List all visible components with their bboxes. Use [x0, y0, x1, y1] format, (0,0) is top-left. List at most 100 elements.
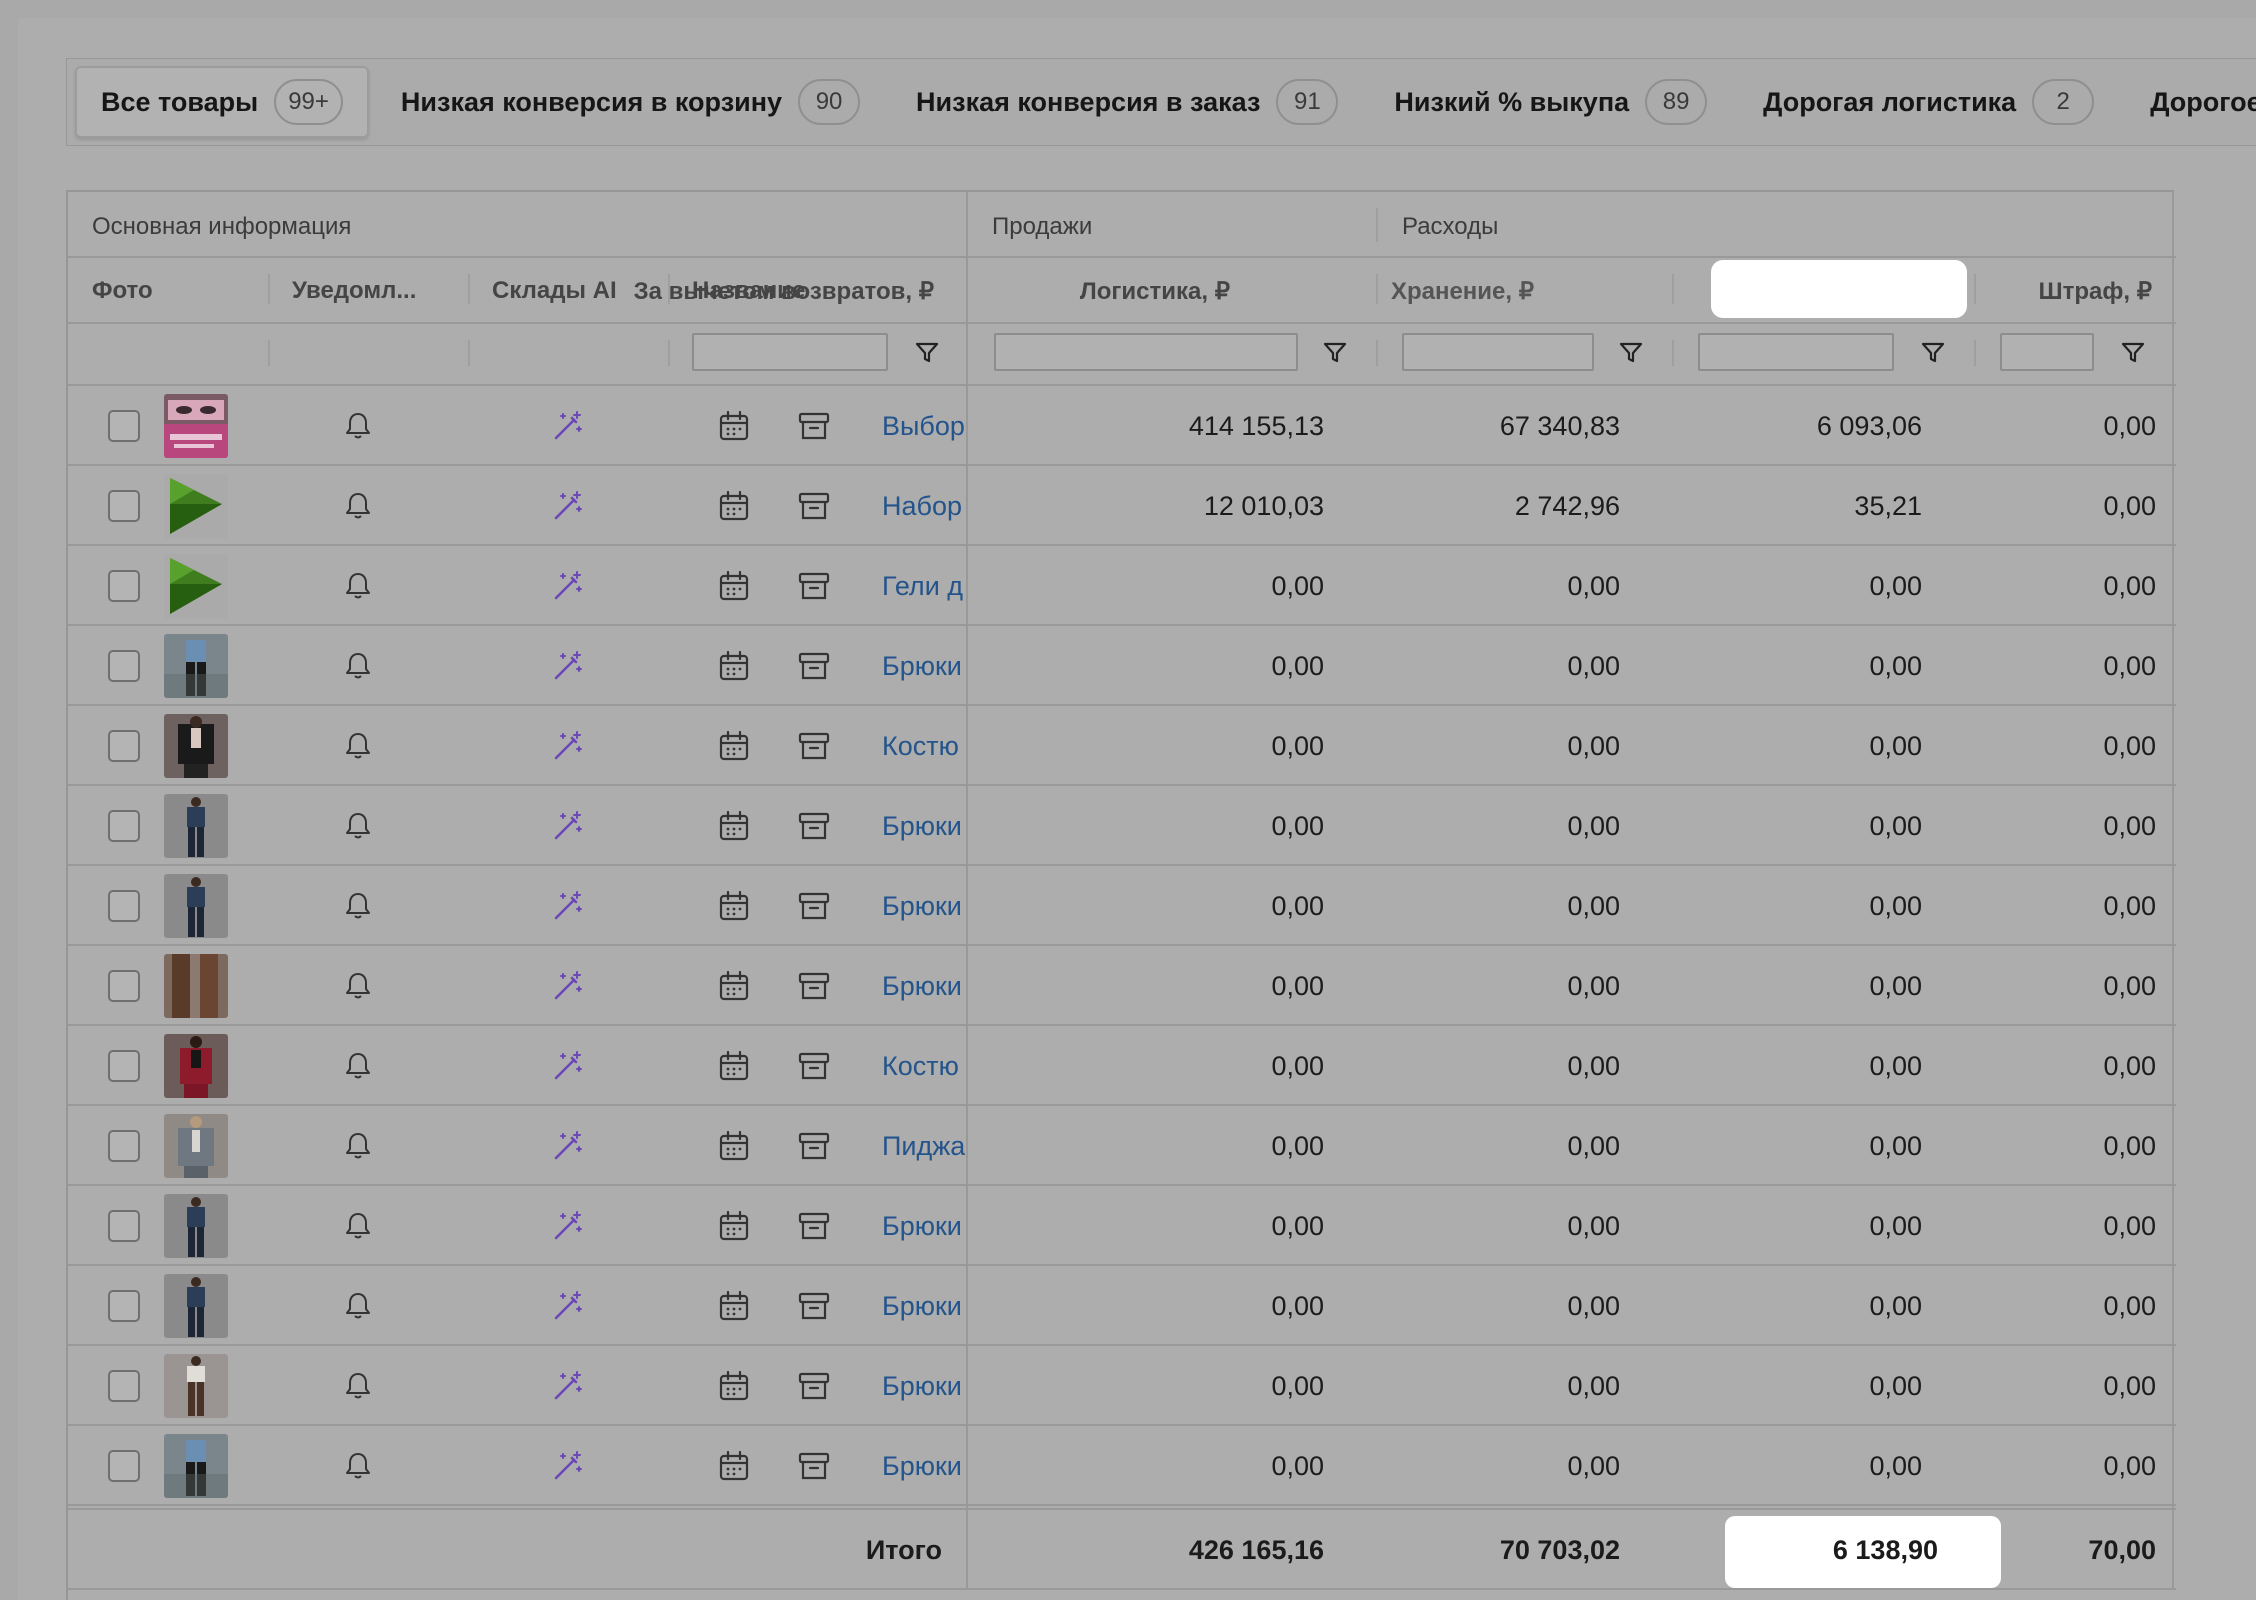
- bell-icon[interactable]: [340, 946, 376, 1026]
- archive-icon[interactable]: [796, 1346, 832, 1426]
- table-row[interactable]: Набор 12 010,03 2 742,96 35,21 0,00: [68, 466, 2176, 546]
- table-row[interactable]: Брюки 0,00 0,00 0,00 0,00: [68, 626, 2176, 706]
- product-name-link[interactable]: Выбор: [882, 386, 966, 466]
- table-row[interactable]: Брюки 0,00 0,00 0,00 0,00: [68, 1426, 2176, 1506]
- archive-icon[interactable]: [796, 946, 832, 1026]
- product-name[interactable]: Брюки: [882, 651, 962, 682]
- row-checkbox[interactable]: [108, 1346, 140, 1426]
- archive-icon[interactable]: [796, 546, 832, 626]
- filter-icon[interactable]: [2120, 340, 2146, 366]
- row-checkbox[interactable]: [108, 946, 140, 1026]
- product-name[interactable]: Пиджа: [882, 1131, 965, 1162]
- product-name-link[interactable]: Костю: [882, 1026, 966, 1106]
- archive-icon[interactable]: [796, 866, 832, 946]
- filter-icon[interactable]: [914, 340, 940, 366]
- product-name-link[interactable]: Брюки: [882, 626, 966, 706]
- archive-icon[interactable]: [796, 1106, 832, 1186]
- product-name[interactable]: Гели д: [882, 571, 963, 602]
- table-row[interactable]: Брюки 0,00 0,00 0,00 0,00: [68, 786, 2176, 866]
- product-name[interactable]: Брюки: [882, 1371, 962, 1402]
- table-row[interactable]: Брюки 0,00 0,00 0,00 0,00: [68, 1346, 2176, 1426]
- tab-low-order-conversion[interactable]: Низкая конверсия в заказ 91: [892, 66, 1362, 138]
- magic-wand-icon[interactable]: [550, 1426, 586, 1506]
- row-checkbox[interactable]: [108, 706, 140, 786]
- product-name-link[interactable]: Брюки: [882, 866, 966, 946]
- row-checkbox[interactable]: [108, 386, 140, 466]
- filter-icon[interactable]: [1322, 340, 1348, 366]
- archive-icon[interactable]: [796, 626, 832, 706]
- table-row[interactable]: Костю 0,00 0,00 0,00 0,00: [68, 706, 2176, 786]
- fine-filter-input[interactable]: [2000, 333, 2094, 371]
- magic-wand-icon[interactable]: [550, 626, 586, 706]
- product-name[interactable]: Выбор: [882, 411, 965, 442]
- product-name-link[interactable]: Брюки: [882, 1346, 966, 1426]
- row-checkbox[interactable]: [108, 1026, 140, 1106]
- calendar-icon[interactable]: [716, 786, 752, 866]
- calendar-icon[interactable]: [716, 1426, 752, 1506]
- product-name-link[interactable]: Брюки: [882, 946, 966, 1026]
- row-checkbox[interactable]: [108, 786, 140, 866]
- row-checkbox[interactable]: [108, 1106, 140, 1186]
- col-ai-warehouses[interactable]: Склады AI: [492, 277, 617, 305]
- col-notifications[interactable]: Уведомл...: [292, 277, 416, 305]
- table-row[interactable]: Брюки 0,00 0,00 0,00 0,00: [68, 866, 2176, 946]
- row-checkbox[interactable]: [108, 546, 140, 626]
- bell-icon[interactable]: [340, 1186, 376, 1266]
- product-name-link[interactable]: Пиджа: [882, 1106, 966, 1186]
- product-name[interactable]: Костю: [882, 731, 959, 762]
- calendar-icon[interactable]: [716, 1346, 752, 1426]
- calendar-icon[interactable]: [716, 1106, 752, 1186]
- tab-all-products[interactable]: Все товары 99+: [75, 66, 369, 138]
- product-name-link[interactable]: Брюки: [882, 1186, 966, 1266]
- product-name-link[interactable]: Брюки: [882, 1426, 966, 1506]
- col-storage[interactable]: Хранение, ₽: [1391, 277, 1534, 306]
- magic-wand-icon[interactable]: [550, 946, 586, 1026]
- bell-icon[interactable]: [340, 866, 376, 946]
- product-name[interactable]: Брюки: [882, 1451, 962, 1482]
- calendar-icon[interactable]: [716, 466, 752, 546]
- magic-wand-icon[interactable]: [550, 386, 586, 466]
- product-name-link[interactable]: Гели д: [882, 546, 966, 626]
- magic-wand-icon[interactable]: [550, 706, 586, 786]
- magic-wand-icon[interactable]: [550, 786, 586, 866]
- bell-icon[interactable]: [340, 1266, 376, 1346]
- magic-wand-icon[interactable]: [550, 1026, 586, 1106]
- calendar-icon[interactable]: [716, 1026, 752, 1106]
- calendar-icon[interactable]: [716, 546, 752, 626]
- product-name[interactable]: Брюки: [882, 1211, 962, 1242]
- archive-icon[interactable]: [796, 706, 832, 786]
- col-logistics[interactable]: Логистика, ₽: [1080, 277, 1230, 306]
- table-row[interactable]: Брюки 0,00 0,00 0,00 0,00: [68, 1186, 2176, 1266]
- table-row[interactable]: Выбор 414 155,13 67 340,83 6 093,06 0,00: [68, 386, 2176, 466]
- net-filter-input[interactable]: [994, 333, 1298, 371]
- magic-wand-icon[interactable]: [550, 866, 586, 946]
- product-name[interactable]: Брюки: [882, 971, 962, 1002]
- bell-icon[interactable]: [340, 1106, 376, 1186]
- calendar-icon[interactable]: [716, 1186, 752, 1266]
- tab-low-cart-conversion[interactable]: Низкая конверсия в корзину 90: [377, 66, 884, 138]
- product-name[interactable]: Набор: [882, 491, 962, 522]
- filter-icon[interactable]: [1920, 340, 1946, 366]
- product-name-link[interactable]: Набор: [882, 466, 966, 546]
- row-checkbox[interactable]: [108, 1186, 140, 1266]
- magic-wand-icon[interactable]: [550, 1106, 586, 1186]
- magic-wand-icon[interactable]: [550, 1186, 586, 1266]
- archive-icon[interactable]: [796, 786, 832, 866]
- bell-icon[interactable]: [340, 626, 376, 706]
- calendar-icon[interactable]: [716, 386, 752, 466]
- bell-icon[interactable]: [340, 786, 376, 866]
- logistics-filter-input[interactable]: [1402, 333, 1594, 371]
- row-checkbox[interactable]: [108, 1266, 140, 1346]
- filter-icon[interactable]: [1618, 340, 1644, 366]
- row-checkbox[interactable]: [108, 466, 140, 546]
- bell-icon[interactable]: [340, 1026, 376, 1106]
- tab-expensive-logistics[interactable]: Дорогая логистика 2: [1739, 66, 2118, 138]
- archive-icon[interactable]: [796, 466, 832, 546]
- calendar-icon[interactable]: [716, 946, 752, 1026]
- bell-icon[interactable]: [340, 386, 376, 466]
- product-name[interactable]: Брюки: [882, 811, 962, 842]
- row-checkbox[interactable]: [108, 1426, 140, 1506]
- tab-low-buyout[interactable]: Низкий % выкупа 89: [1370, 66, 1731, 138]
- bell-icon[interactable]: [340, 1426, 376, 1506]
- calendar-icon[interactable]: [716, 866, 752, 946]
